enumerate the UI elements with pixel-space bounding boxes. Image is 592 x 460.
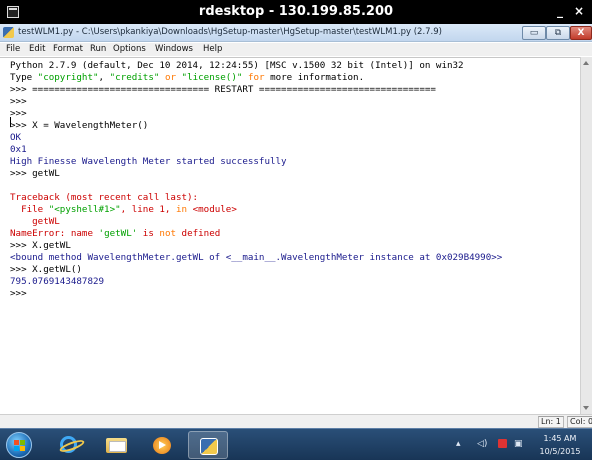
scroll-down-icon[interactable] <box>583 406 589 410</box>
vertical-scrollbar[interactable] <box>580 57 592 414</box>
maximize-button[interactable]: ⧉ <box>546 26 570 40</box>
comma: , <box>98 72 110 83</box>
media-player-icon <box>153 437 171 454</box>
file-module-text: <module> <box>187 204 237 215</box>
python-idle-icon <box>200 438 218 455</box>
status-line: Ln: 1 <box>538 416 564 428</box>
file-name-string: "<pyshell#1>" <box>48 204 121 215</box>
shell-traceback-file: File "<pyshell#1>", line 1, in <module> <box>10 204 237 216</box>
shell-cmd-x-assign: >>> X = WavelengthMeter() <box>10 120 149 131</box>
folder-icon <box>106 438 127 453</box>
shell-restart-line: >>> ================================ RES… <box>10 84 436 95</box>
shell-type-line: Type "copyright", "credits" or "license(… <box>10 72 364 84</box>
rdesktop-titlebar: rdesktop - 130.199.85.200 _ × <box>0 0 592 24</box>
python-icon <box>3 27 14 38</box>
rdesktop-close-button[interactable]: × <box>574 4 584 18</box>
idle-window-caption: testWLM1.py - C:\Users\pkankiya\Download… <box>0 24 592 42</box>
menu-file[interactable]: File <box>6 44 20 54</box>
license-string: "license()" <box>181 72 243 83</box>
rdesktop-minimize-button[interactable]: _ <box>557 4 563 18</box>
defined-word: defined <box>176 228 221 239</box>
taskbar-internet-explorer[interactable] <box>48 431 88 459</box>
system-clock[interactable]: 1:45 AM 10/5/2015 <box>532 432 588 458</box>
network-icon[interactable]: ▣ <box>514 439 523 449</box>
shell-cmd-getwl: >>> getWL <box>10 168 60 179</box>
shell-cmd-xgetwl-call: >>> X.getWL() <box>10 264 82 275</box>
minimize-button[interactable]: ▭ <box>522 26 546 40</box>
shell-nameerror-line: NameError: name 'getWL' is not defined <box>10 228 220 240</box>
shell-bound-method: <bound method WavelengthMeter.getWL of <… <box>10 252 503 263</box>
nameerror-text: NameError <box>10 228 60 239</box>
type-word: Type <box>10 72 38 83</box>
name-word: : name <box>59 228 99 239</box>
shell-prompt-last: >>> <box>10 288 27 299</box>
status-bar: Ln: 1 Col: 0 <box>0 414 592 428</box>
clock-time: 1:45 AM <box>543 434 577 443</box>
internet-explorer-icon <box>60 436 77 453</box>
menu-options[interactable]: Options <box>113 44 146 54</box>
menu-format[interactable]: Format <box>53 44 83 54</box>
file-line-text: , line 1, <box>120 204 176 215</box>
shell-prompt: >>> <box>10 96 27 107</box>
rdesktop-title: rdesktop - 130.199.85.200 <box>198 4 394 19</box>
menu-run[interactable]: Run <box>90 44 106 54</box>
more-info-text: more information. <box>264 72 365 83</box>
or-keyword: or <box>159 72 182 83</box>
shell-prompt: >>> <box>10 108 27 119</box>
shell-banner: Python 2.7.9 (default, Dec 10 2014, 12:2… <box>10 60 464 71</box>
copyright-string: "copyright" <box>37 72 99 83</box>
shell-output-0x1: 0x1 <box>10 144 27 155</box>
shell-output-ok: OK <box>10 132 22 143</box>
shell-output-started: High Finesse Wavelength Meter started su… <box>10 156 287 167</box>
action-center-flag-icon[interactable] <box>498 439 507 448</box>
file-prefix: File <box>10 204 49 215</box>
taskbar-file-explorer[interactable] <box>96 431 136 459</box>
shell-traceback: Traceback (most recent call last): <box>10 192 199 203</box>
not-keyword: not <box>159 228 177 239</box>
status-col: Col: 0 <box>567 416 592 428</box>
close-button[interactable]: X <box>570 26 592 40</box>
for-keyword: for <box>242 72 265 83</box>
shell-traceback-code: getWL <box>10 216 60 227</box>
start-button[interactable] <box>6 432 32 458</box>
menu-bar: File Edit Format Run Options Windows Hel… <box>0 43 592 56</box>
menu-help[interactable]: Help <box>203 44 222 54</box>
show-hidden-icons-icon[interactable]: ▴ <box>456 439 461 449</box>
credits-string: "credits" <box>109 72 160 83</box>
name-value-string: 'getWL' <box>98 228 138 239</box>
volume-icon[interactable]: ◁) <box>477 439 487 449</box>
taskbar-python-idle[interactable] <box>188 431 228 459</box>
windows-taskbar: ▴ ◁) ▣ 1:45 AM 10/5/2015 <box>0 428 592 460</box>
menu-windows[interactable]: Windows <box>155 44 193 54</box>
clock-date: 10/5/2015 <box>539 447 581 456</box>
menu-edit[interactable]: Edit <box>29 44 45 54</box>
shell-cmd-xgetwl: >>> X.getWL <box>10 240 71 251</box>
shell-output-value: 795.0769143487829 <box>10 276 105 287</box>
is-word: is <box>137 228 160 239</box>
scroll-up-icon[interactable] <box>583 61 589 65</box>
taskbar-media-player[interactable] <box>142 431 182 459</box>
window-title: testWLM1.py - C:\Users\pkankiya\Download… <box>18 27 442 37</box>
python-shell-text[interactable]: Python 2.7.9 (default, Dec 10 2014, 12:2… <box>0 57 580 414</box>
in-keyword: in <box>175 204 188 215</box>
